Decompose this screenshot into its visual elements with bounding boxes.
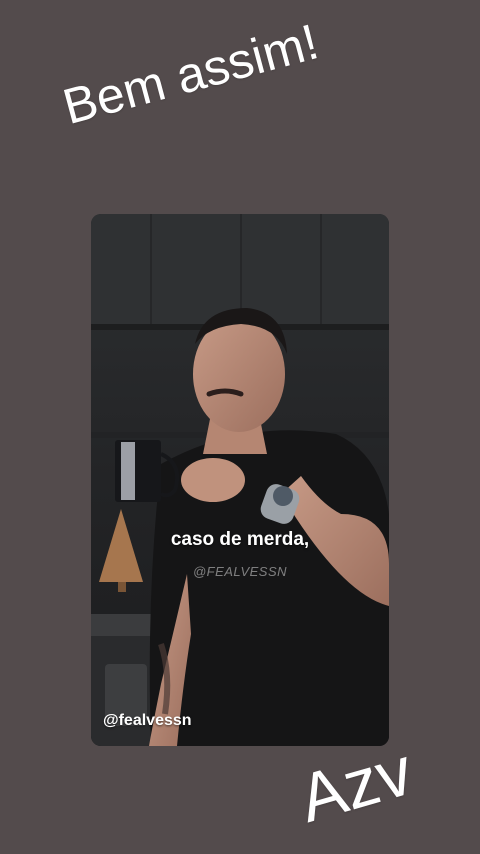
video-frame — [91, 214, 389, 746]
video-watermark: @FEALVESSN — [192, 564, 288, 579]
story-bottom-text: Azv — [290, 732, 421, 838]
video-post[interactable]: caso de merda, @FEALVESSN @fealvessn — [91, 214, 389, 746]
creator-handle[interactable]: @fealvessn — [103, 712, 192, 730]
story-top-text: Bem assim! — [57, 13, 325, 136]
video-caption: caso de merda, — [170, 529, 310, 550]
